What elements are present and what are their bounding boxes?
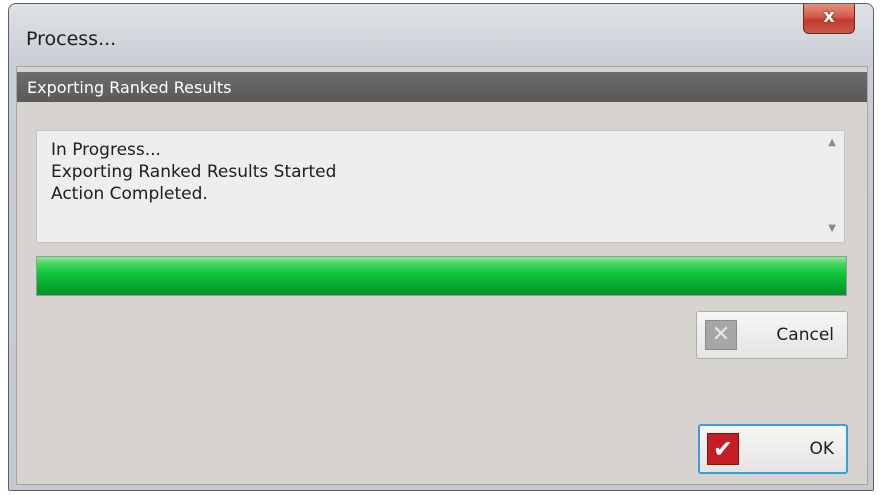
close-icon: x — [823, 6, 835, 27]
cancel-x-icon: ✕ — [705, 320, 737, 350]
progress-bar-fill — [37, 257, 846, 295]
progress-bar — [36, 256, 847, 296]
process-dialog: Process... x Exporting Ranked Results In… — [8, 3, 874, 491]
log-line: In Progress... — [51, 140, 161, 160]
section-header: Exporting Ranked Results — [17, 72, 867, 102]
log-lines: In Progress... Exporting Ranked Results … — [51, 139, 336, 205]
scroll-up-arrow-icon[interactable]: ▲ — [828, 137, 836, 148]
ok-button[interactable]: ✔ OK — [698, 424, 848, 474]
log-textbox[interactable]: In Progress... Exporting Ranked Results … — [36, 130, 845, 243]
scroll-down-arrow-icon[interactable]: ▼ — [828, 223, 836, 234]
log-line: Action Completed. — [51, 184, 208, 204]
dialog-content: Exporting Ranked Results In Progress... … — [16, 66, 868, 485]
window-title: Process... — [26, 28, 117, 50]
cancel-button[interactable]: ✕ Cancel — [696, 311, 848, 359]
cancel-button-label: Cancel — [776, 325, 834, 345]
title-bar[interactable]: Process... x — [9, 4, 873, 66]
ok-button-label: OK — [809, 439, 834, 459]
log-line: Exporting Ranked Results Started — [51, 162, 337, 182]
section-title: Exporting Ranked Results — [27, 78, 232, 97]
close-button[interactable]: x — [803, 4, 855, 34]
checkmark-icon: ✔ — [707, 433, 739, 465]
